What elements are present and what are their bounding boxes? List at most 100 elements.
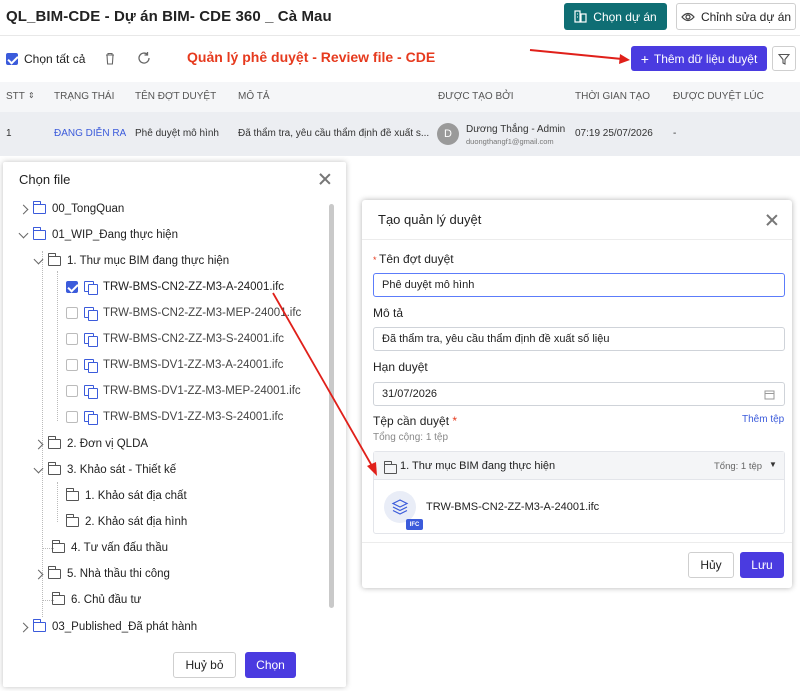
tree-folder-03[interactable]: 03_Published_Đã phát hành [18,616,197,638]
pick-project-label: Chọn dự án [593,9,657,24]
col-desc: MÔ TẢ [238,91,270,102]
file-checkbox[interactable] [66,281,78,293]
tree-file[interactable]: TRW-BMS-DV1-ZZ-M3-MEP-24001.ifc [66,380,301,402]
eye-icon [681,12,695,21]
tree-file[interactable]: TRW-BMS-DV1-ZZ-M3-A-24001.ifc [66,354,283,376]
row-name: Phê duyệt mô hình [135,128,219,139]
calendar-icon[interactable] [764,389,775,400]
tree-folder-khaosat[interactable]: 3. Khảo sát - Thiết kế [33,459,177,481]
folder-icon [48,253,61,266]
tree-file[interactable]: TRW-BMS-CN2-ZZ-M3-MEP-24001.ifc [66,302,301,324]
deadline-field[interactable]: 31/07/2026 [373,382,785,406]
file-copy-icon [84,333,98,347]
tree-folder-nhathau[interactable]: 5. Nhà thầu thi công [33,563,170,585]
tree-folder-01[interactable]: 01_WIP_Đang thực hiện [18,224,178,246]
tree-label: 6. Chủ đầu tư [71,594,142,606]
tree-folder-chudautu[interactable]: 6. Chủ đầu tư [52,589,141,611]
selected-file-name: TRW-BMS-CN2-ZZ-M3-A-24001.ifc [426,501,600,513]
col-approved: ĐƯỢC DUYỆT LÚC [673,91,764,102]
row-approved: - [673,128,677,139]
annotation-arrow-icon [272,292,377,476]
refresh-icon[interactable] [137,51,151,65]
desc-field[interactable]: Đã thẩm tra, yêu cầu thẩm định đề xuất s… [373,327,785,351]
tree-label: 5. Nhà thầu thi công [67,568,170,580]
select-all-label: Chọn tất cả [24,52,86,66]
folder-icon [66,514,79,527]
trash-icon[interactable] [104,52,116,65]
folder-icon [48,436,61,449]
col-name: TÊN ĐỢT DUYỆT [135,91,217,102]
total-files: Tổng cộng: 1 tệp [373,432,449,443]
add-file-link[interactable]: Thêm tệp [742,414,784,425]
chevron-down-icon[interactable] [18,228,29,239]
tree-folder-diachat[interactable]: 1. Khảo sát địa chất [66,485,187,507]
col-creator: ĐƯỢC TẠO BỞI [438,91,514,102]
chevron-right-icon[interactable] [18,622,29,632]
close-icon[interactable] [766,214,778,226]
filter-button[interactable] [772,46,796,71]
group-folder-name: 1. Thư mục BIM đang thực hiện [400,460,556,472]
file-checkbox[interactable] [66,385,78,397]
name-label-text: Tên đợt duyệt [379,252,454,266]
cancel-button[interactable]: Hủy [688,552,734,578]
edit-project-button[interactable]: Chỉnh sửa dự án [676,3,796,30]
tree-folder-tuvan[interactable]: 4. Tư vấn đấu thầu [52,537,168,559]
chevron-right-icon[interactable] [18,204,29,214]
pick-project-button[interactable]: Chọn dự án [564,3,667,30]
col-status: TRẠNG THÁI [54,91,115,102]
folder-icon [33,227,46,240]
tree-file[interactable]: TRW-BMS-CN2-ZZ-M3-A-24001.ifc [66,276,284,298]
chevron-down-icon[interactable] [33,254,44,265]
tree-file[interactable]: TRW-BMS-DV1-ZZ-M3-S-24001.ifc [66,406,283,428]
file-checkbox[interactable] [66,307,78,319]
cancel-button[interactable]: Huỷ bỏ [173,652,236,678]
tree-label: 2. Khảo sát địa hình [85,516,188,528]
select-all-check[interactable] [6,53,18,65]
annotation-title: Quản lý phê duyệt - Review file - CDE [187,49,436,65]
tree-label: 4. Tư vấn đấu thầu [71,542,168,554]
sort-icon[interactable]: ⇕ [28,91,35,100]
file-checkbox[interactable] [66,333,78,345]
name-label: * Tên đợt duyệt [373,252,454,266]
building-icon [574,10,587,23]
row-email: duongthangf1@gmail.com [466,137,554,146]
col-stt[interactable]: STT [6,91,25,102]
folder-icon [48,462,61,475]
file-copy-icon [84,385,98,399]
file-group: 1. Thư mục BIM đang thực hiện Tổng: 1 tệ… [373,451,785,534]
file-copy-icon [84,411,98,425]
tree-file[interactable]: TRW-BMS-CN2-ZZ-M3-S-24001.ifc [66,328,284,350]
folder-icon [48,566,61,579]
tree-folder-diahinh[interactable]: 2. Khảo sát địa hình [66,511,187,533]
tree-folder-bim[interactable]: 1. Thư mục BIM đang thực hiện [33,250,230,272]
select-all-checkbox[interactable]: Chọn tất cả [6,52,85,66]
tree-label: TRW-BMS-CN2-ZZ-M3-A-24001.ifc [103,281,285,293]
folder-icon [33,201,46,214]
folder-icon [384,461,397,474]
chevron-right-icon[interactable] [33,439,44,449]
tree-label: 3. Khảo sát - Thiết kế [67,464,177,476]
close-icon[interactable] [319,173,331,185]
chevron-right-icon[interactable] [33,569,44,579]
app-header: QL_BIM-CDE - Dự án BIM- CDE 360 _ Cà Mau… [0,0,800,36]
files-label-text: Tệp cần duyệt [373,414,450,428]
deadline-label: Hạn duyệt [373,360,428,374]
tree-label: 00_TongQuan [52,203,125,215]
choose-button[interactable]: Chọn [245,652,296,678]
tree-label: 1. Thư mục BIM đang thực hiện [67,255,230,267]
table-header: STT ⇕ TRẠNG THÁI TÊN ĐỢT DUYỆT MÔ TẢ ĐƯỢ… [0,82,800,112]
save-button[interactable]: Lưu [740,552,784,578]
tree-label: TRW-BMS-DV1-ZZ-M3-A-24001.ifc [103,359,284,371]
file-checkbox[interactable] [66,359,78,371]
file-checkbox[interactable] [66,411,78,423]
folder-icon [52,540,65,553]
caret-down-icon[interactable]: ▼ [769,460,777,469]
tree-folder-qlda[interactable]: 2. Đơn vị QLDA [33,433,149,455]
tree-folder-00[interactable]: 00_TongQuan [18,198,125,220]
tree-label: 2. Đơn vị QLDA [67,438,149,450]
name-field[interactable]: Phê duyệt mô hình [373,273,785,297]
chevron-down-icon[interactable] [33,463,44,474]
page-title: QL_BIM-CDE - Dự án BIM- CDE 360 _ Cà Mau [6,8,332,25]
table-row[interactable]: 1 ĐANG DIỄN RA Phê duyệt mô hình Đã thẩm… [0,112,800,156]
add-review-data-button[interactable]: + Thêm dữ liệu duyệt [631,46,767,71]
